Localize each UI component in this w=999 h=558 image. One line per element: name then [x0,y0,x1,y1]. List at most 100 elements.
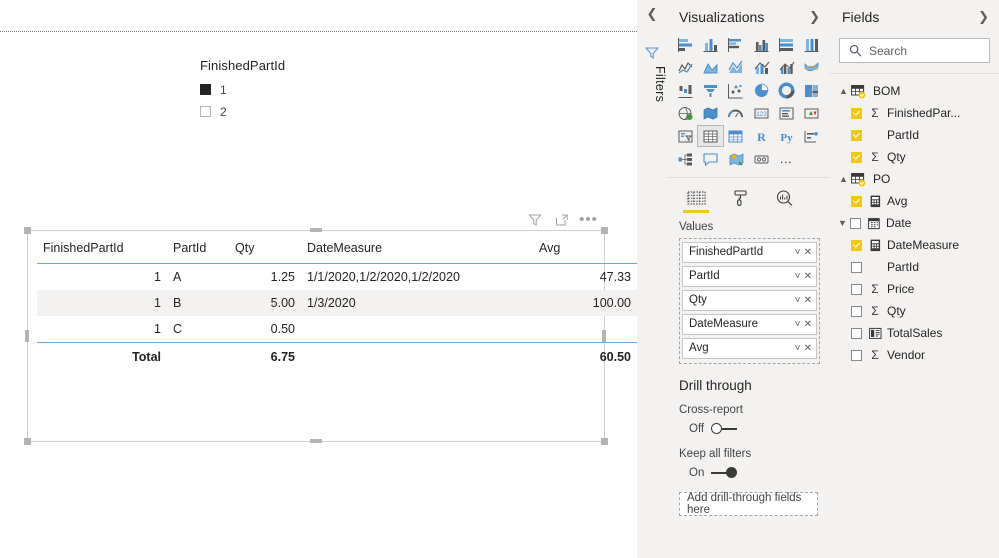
format-tab[interactable] [729,186,751,213]
r-script-visual-icon[interactable]: R [748,126,773,146]
slicer-item[interactable]: 2 [200,102,350,121]
filters-rail[interactable]: ❮ Filters [637,0,668,558]
filled-map-visual-icon[interactable] [698,103,723,123]
stacked-column-chart-icon[interactable] [698,34,723,54]
line-and-clustered-column-chart-icon[interactable] [774,57,799,77]
funnel-chart-icon[interactable] [698,80,723,100]
card-visual-icon[interactable]: 123 [748,103,773,123]
field-item-totalsales[interactable]: TotalSales [830,322,999,344]
visual-header-toolbar[interactable]: ••• [527,210,607,230]
slicer-visual-finishedpartid[interactable]: FinishedPartId 1 2 [200,58,350,138]
donut-chart-icon[interactable] [774,80,799,100]
cross-report-toggle-row[interactable]: Off [679,423,818,435]
keep-all-filters-toggle-row[interactable]: On [679,467,818,479]
column-header-datemeasure[interactable]: DateMeasure [301,237,533,264]
chevron-left-icon[interactable]: ❮ [643,5,661,23]
gauge-visual-icon[interactable] [723,103,748,123]
table-row[interactable]: 1 B 5.00 1/3/2020 100.00 [37,290,637,316]
search-input[interactable]: Search [839,38,990,63]
filter-icon[interactable] [527,213,542,228]
multi-row-card-visual-icon[interactable] [774,103,799,123]
chevron-right-icon[interactable]: ❯ [809,9,820,25]
field-item-partid[interactable]: PartId [830,256,999,278]
waterfall-chart-icon[interactable] [673,80,698,100]
field-checkbox[interactable] [851,261,862,273]
resize-handle-e[interactable] [602,330,606,342]
fields-table-bom[interactable]: ▲ BOM [830,80,999,102]
field-checkbox[interactable] [850,217,861,229]
slicer-checkbox-2[interactable] [200,106,211,117]
fields-tab[interactable] [683,186,709,213]
field-item-date[interactable]: ▼ Date [830,212,999,234]
remove-field-icon[interactable]: ✕ [804,319,812,330]
line-chart-icon[interactable] [673,57,698,77]
field-chip[interactable]: DateMeasure ˅ ✕ [682,313,817,335]
table-visual-icon[interactable] [697,125,725,147]
more-visuals-icon[interactable]: … [774,149,799,169]
field-checkbox[interactable] [851,327,862,339]
field-item-vendor[interactable]: Σ Vendor [830,344,999,366]
filter-funnel-icon[interactable] [644,45,660,61]
qna-visual-icon[interactable] [698,149,723,169]
report-canvas[interactable]: FinishedPartId 1 2 ••• FinishedPartId Pa… [0,0,637,558]
map-visual-icon[interactable] [673,103,698,123]
resize-handle-se[interactable] [601,438,608,445]
clustered-bar-chart-icon[interactable] [723,34,748,54]
python-script-visual-icon[interactable]: Py [774,126,799,146]
field-checkbox[interactable] [851,151,862,163]
field-item-qty[interactable]: Σ Qty [830,146,999,168]
values-well-dropzone[interactable]: FinishedPartId ˅ ✕ PartId ˅ ✕ Qty ˅ ✕ Da… [679,237,820,364]
field-checkbox[interactable] [851,305,862,317]
slicer-item[interactable]: 1 [200,80,350,99]
remove-field-icon[interactable]: ✕ [804,271,812,282]
analytics-tab[interactable] [773,186,795,213]
chevron-down-icon[interactable]: ▼ [835,218,850,228]
field-chip[interactable]: Qty ˅ ✕ [682,289,817,311]
field-checkbox[interactable] [851,239,862,251]
resize-handle-w[interactable] [25,330,29,342]
resize-handle-ne[interactable] [601,227,608,234]
chevron-up-icon[interactable]: ▲ [836,86,851,96]
column-header-qty[interactable]: Qty [229,237,301,264]
remove-field-icon[interactable]: ✕ [804,343,812,354]
focus-mode-icon[interactable] [554,213,569,228]
column-header-finishedpartid[interactable]: FinishedPartId [37,237,167,264]
field-item-partid[interactable]: PartId [830,124,999,146]
slicer-checkbox-1[interactable] [200,84,211,95]
field-checkbox[interactable] [851,107,862,119]
field-item-finishedpartid[interactable]: Σ FinishedPar... [830,102,999,124]
stacked-area-chart-icon[interactable] [723,57,748,77]
paginated-report-visual-icon[interactable] [748,149,773,169]
pie-chart-icon[interactable] [748,80,773,100]
chevron-down-icon[interactable]: ˅ [795,271,801,282]
ribbon-chart-icon[interactable] [799,57,824,77]
clustered-column-chart-icon[interactable] [748,34,773,54]
column-header-partid[interactable]: PartId [167,237,229,264]
remove-field-icon[interactable]: ✕ [804,295,812,306]
table-row[interactable]: 1 A 1.25 1/1/2020,1/2/2020,1/2/2020 47.3… [37,264,637,291]
field-item-qty[interactable]: Σ Qty [830,300,999,322]
field-checkbox[interactable] [851,283,862,295]
chevron-down-icon[interactable]: ˅ [795,319,801,330]
field-item-price[interactable]: Σ Price [830,278,999,300]
arcgis-map-visual-icon[interactable] [723,149,748,169]
fields-table-po[interactable]: ▲ PO [830,168,999,190]
stacked-bar-chart-icon[interactable] [673,34,698,54]
chevron-down-icon[interactable]: ˅ [795,247,801,258]
kpi-visual-icon[interactable] [799,103,824,123]
100-percent-stacked-bar-chart-icon[interactable] [774,34,799,54]
chevron-up-icon[interactable]: ▲ [836,174,851,184]
chevron-right-icon[interactable]: ❯ [978,9,989,25]
area-chart-icon[interactable] [698,57,723,77]
visual-type-gallery[interactable]: 123 R Py … [667,32,830,173]
field-item-datemeasure[interactable]: DateMeasure [830,234,999,256]
keep-all-filters-toggle[interactable] [711,467,738,478]
decomposition-tree-visual-icon[interactable] [673,149,698,169]
resize-handle-nw[interactable] [24,227,31,234]
slicer-visual-icon[interactable] [673,126,698,146]
filters-label[interactable]: Filters [637,66,667,102]
cross-report-toggle[interactable] [711,423,738,434]
remove-field-icon[interactable]: ✕ [804,247,812,258]
chevron-down-icon[interactable]: ˅ [795,343,801,354]
column-header-avg[interactable]: Avg [533,237,637,264]
